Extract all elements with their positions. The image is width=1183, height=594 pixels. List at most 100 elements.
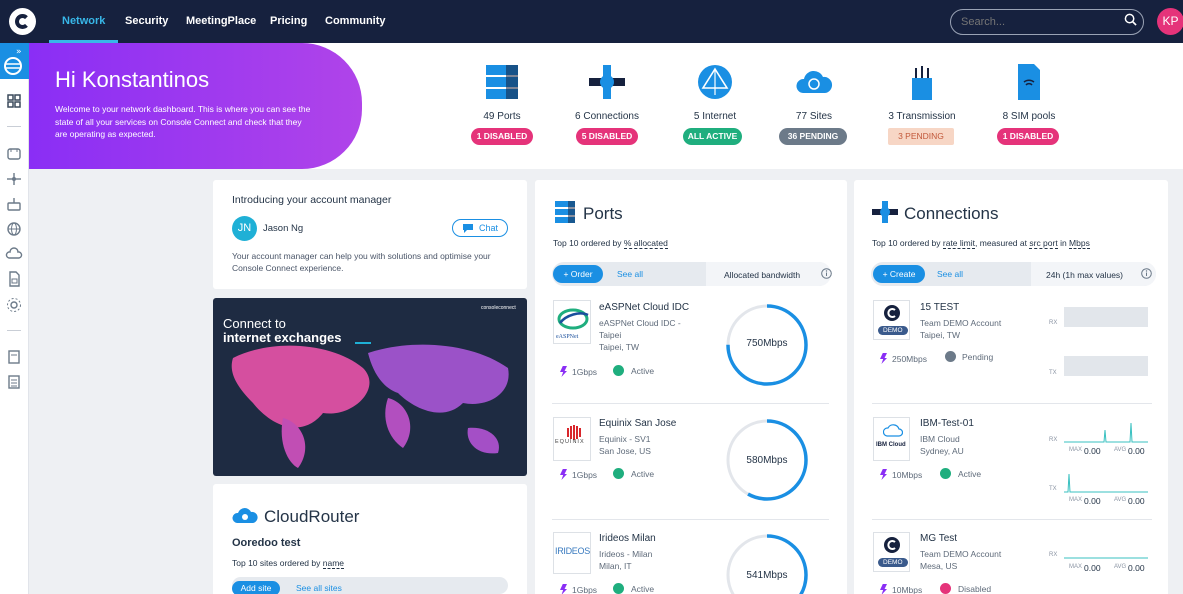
- allocated-value: 541Mbps: [746, 570, 788, 581]
- transmission-stat-icon[interactable]: [908, 64, 936, 100]
- port-title[interactable]: Irideos Milan: [599, 533, 656, 544]
- connections-sort-key[interactable]: rate limit: [942, 238, 976, 249]
- account-manager-text: Your account manager can help you with s…: [232, 251, 491, 273]
- tab-pricing[interactable]: Pricing: [270, 0, 307, 43]
- sites-stat-icon[interactable]: [795, 67, 833, 97]
- search-input[interactable]: [950, 9, 1144, 35]
- port-location: Irideos - Milan: [599, 549, 653, 559]
- rx-avg-label: AVG: [1114, 447, 1127, 453]
- add-site-button[interactable]: Add site: [232, 581, 280, 594]
- internet-stat-icon[interactable]: [697, 64, 733, 100]
- tab-meetingplace[interactable]: MeetingPlace: [186, 0, 256, 43]
- see-all-sites-link[interactable]: See all sites: [296, 583, 342, 593]
- rx-max-label: MAX: [1069, 564, 1083, 570]
- connection-status: Pending: [962, 352, 994, 362]
- cloudrouter-subtitle: Top 10 sites ordered by name: [232, 558, 344, 569]
- equinix-logo-text: EQUINIX: [555, 439, 585, 445]
- tab-security[interactable]: Security: [125, 0, 168, 43]
- row-divider: [872, 403, 1152, 404]
- cloudrouter-title: CloudRouter: [264, 507, 360, 526]
- account-manager-name: Jason Ng: [263, 223, 304, 234]
- console-connect-logo[interactable]: [9, 8, 36, 35]
- port-title[interactable]: Equinix San Jose: [599, 418, 676, 429]
- connections-see-all-link[interactable]: See all: [937, 269, 963, 279]
- port-location: eASPNet Cloud IDC -: [599, 318, 681, 328]
- sim-pools-status-badge: 1 DISABLED: [997, 128, 1059, 145]
- ports-sub-prefix: Top 10 ordered by: [553, 238, 624, 248]
- ports-count[interactable]: 49 Ports: [447, 111, 557, 122]
- connection-status: Active: [958, 469, 982, 479]
- connections-count[interactable]: 6 Connections: [552, 111, 662, 122]
- ports-see-all-link[interactable]: See all: [617, 269, 643, 279]
- sim-pools-stat-icon[interactable]: [1015, 64, 1043, 100]
- connection-account: IBM Cloud: [920, 434, 960, 444]
- sidebar-expand-button[interactable]: »: [0, 43, 29, 79]
- connections-sub-mid: , measured at: [975, 238, 1030, 248]
- transmission-count[interactable]: 3 Transmission: [867, 111, 977, 122]
- document-icon[interactable]: [5, 348, 23, 366]
- search-icon[interactable]: [1124, 13, 1137, 26]
- connections-unit-key[interactable]: Mbps: [1069, 238, 1090, 249]
- ports-stat-icon[interactable]: [486, 65, 518, 99]
- sort-key-name[interactable]: name: [322, 558, 344, 569]
- port-location: Taipei, TW: [599, 342, 639, 352]
- info-icon[interactable]: [821, 268, 832, 279]
- sites-count[interactable]: 77 Sites: [759, 111, 869, 122]
- settings-icon[interactable]: [5, 296, 23, 314]
- port-speed: 1Gbps: [572, 367, 598, 377]
- port-status: Active: [631, 469, 655, 479]
- connection-speed: 10Mbps: [892, 470, 923, 480]
- connection-location: Sydney, AU: [920, 446, 964, 456]
- port-location: San Jose, US: [599, 446, 651, 456]
- ports-sort-key[interactable]: % allocated: [623, 238, 668, 249]
- port-title[interactable]: eASPNet Cloud IDC: [599, 302, 689, 313]
- ports-status-badge: 1 DISABLED: [471, 128, 533, 145]
- cloud-router-icon[interactable]: [5, 195, 23, 213]
- port-status: Active: [631, 366, 655, 376]
- connections-measure-key[interactable]: src port: [1029, 238, 1058, 249]
- internet-icon[interactable]: [5, 220, 23, 238]
- connection-icon[interactable]: [5, 170, 23, 188]
- internet-count[interactable]: 5 Internet: [660, 111, 770, 122]
- port-icon[interactable]: [5, 145, 23, 163]
- ports-icon: [555, 201, 575, 223]
- connection-logo: DEMO: [873, 532, 910, 572]
- ibm-cloud-icon: [883, 424, 903, 437]
- transmission-status-badge: 3 PENDING: [888, 128, 954, 145]
- internet-exchanges-promo[interactable]: Connect to internet exchanges consolecon…: [213, 298, 527, 476]
- connection-title[interactable]: MG Test: [920, 533, 957, 544]
- tab-community[interactable]: Community: [325, 0, 386, 43]
- promo-line-2: internet exchanges: [223, 330, 342, 345]
- info-icon[interactable]: [1141, 268, 1152, 279]
- create-button[interactable]: + Create: [873, 265, 925, 283]
- cloud-icon[interactable]: [5, 245, 23, 263]
- promo-brand: consoleconnect: [481, 305, 516, 311]
- port-status: Active: [631, 584, 655, 594]
- connection-account: Team DEMO Account: [920, 318, 1002, 328]
- chat-icon: [463, 224, 473, 233]
- connections-icon: [872, 201, 898, 223]
- connections-stat-icon[interactable]: [589, 65, 625, 99]
- tx-label: TX: [1049, 486, 1057, 492]
- sim-icon[interactable]: [5, 270, 23, 288]
- connection-title[interactable]: IBM-Test-01: [920, 418, 974, 429]
- sim-pools-count[interactable]: 8 SIM pools: [974, 111, 1084, 122]
- status-dot: [613, 365, 624, 376]
- port-speed: 1Gbps: [572, 585, 598, 594]
- sidebar-divider: [7, 126, 21, 127]
- demo-tag: DEMO: [878, 558, 908, 567]
- rx-label: RX: [1049, 552, 1058, 558]
- port-logo: eASPNet: [553, 300, 591, 344]
- chat-button[interactable]: Chat: [452, 219, 508, 237]
- demo-tag: DEMO: [878, 326, 908, 335]
- dashboard-grid-icon[interactable]: [5, 92, 23, 110]
- rx-label: RX: [1049, 320, 1058, 326]
- tab-network[interactable]: Network: [49, 0, 119, 43]
- list-icon[interactable]: [5, 373, 23, 391]
- connection-title[interactable]: 15 TEST: [920, 302, 959, 313]
- ibm-cloud-logo-text: IBM Cloud: [876, 442, 906, 448]
- order-button[interactable]: + Order: [553, 265, 603, 283]
- row-divider: [872, 519, 1152, 520]
- allocation-ring: [726, 534, 808, 594]
- user-avatar[interactable]: KP: [1157, 8, 1183, 35]
